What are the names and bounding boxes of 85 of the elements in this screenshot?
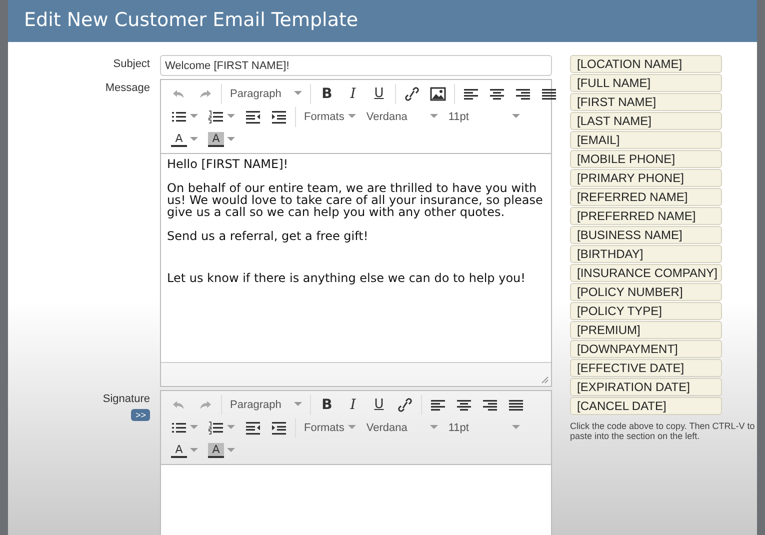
background-color-button[interactable]: A xyxy=(204,130,239,150)
bullet-list-icon xyxy=(171,420,187,434)
bullet-list-icon xyxy=(171,110,187,124)
align-right-icon xyxy=(482,398,498,412)
resize-grip-icon[interactable] xyxy=(541,376,549,384)
merge-code-button[interactable]: [EFFECTIVE DATE] xyxy=(570,359,722,377)
signature-editor[interactable]: Paragraph B I U Formats Verdana 11pt A A xyxy=(160,390,552,535)
italic-button[interactable]: I xyxy=(341,394,365,414)
message-text: On behalf of our entire team, we are thrilled to have you with us! We would love to take care of all your insurance, so please give us a call so we can help you with any other quotes. xyxy=(167,182,544,218)
merge-code-button[interactable]: [LOCATION NAME] xyxy=(570,55,722,73)
outdent-icon xyxy=(245,110,261,124)
dropdown[interactable]: Verdana xyxy=(362,106,442,126)
merge-code-button[interactable]: [POLICY TYPE] xyxy=(570,302,722,320)
field-label: Subject xyxy=(113,57,150,72)
hint-text: Click the code above to copy. Then CTRL-V to paste into the section on the left. xyxy=(570,421,756,441)
italic-button[interactable]: I xyxy=(341,84,365,104)
align-left-icon xyxy=(463,86,479,100)
justify-icon xyxy=(508,398,524,412)
message-text: Send us a referral, get a free gift! xyxy=(167,230,370,242)
merge-code-button[interactable]: [PRIMARY PHONE] xyxy=(570,169,722,187)
underline-button[interactable]: U xyxy=(367,84,391,104)
numbered-list-icon xyxy=(208,420,224,434)
merge-code-button[interactable]: [CANCEL DATE] xyxy=(570,397,722,415)
align-center-icon xyxy=(456,398,472,412)
field-label: Signature xyxy=(102,392,150,405)
indent-icon xyxy=(271,420,287,434)
dropdown[interactable]: 11pt xyxy=(444,418,524,438)
caret-icon xyxy=(190,137,198,142)
merge-code-button[interactable]: [EMAIL] xyxy=(570,131,722,149)
merge-code-button[interactable]: [LAST NAME] xyxy=(570,112,722,130)
merge-code-button[interactable]: [REFERRED NAME] xyxy=(570,188,722,206)
merge-code-button[interactable]: [PREMIUM] xyxy=(570,321,722,339)
merge-code-button[interactable]: [FULL NAME] xyxy=(570,74,722,92)
indent-icon xyxy=(271,110,287,124)
justify-icon xyxy=(541,86,557,100)
message-text: Hello [FIRST NAME]! xyxy=(167,158,290,170)
caret-icon xyxy=(190,114,198,119)
caret-icon xyxy=(294,402,302,407)
align-left-icon xyxy=(430,398,446,412)
caret-icon xyxy=(512,425,520,430)
image-icon xyxy=(430,86,446,100)
formats-menu[interactable]: Formats xyxy=(300,418,360,438)
caret-icon xyxy=(190,425,198,430)
caret-icon xyxy=(512,114,520,119)
caret-icon xyxy=(294,91,302,96)
caret-icon xyxy=(227,114,235,119)
link-icon xyxy=(404,86,420,100)
dropdown[interactable]: 11pt xyxy=(444,106,524,126)
caret-icon xyxy=(430,114,438,119)
merge-code-button[interactable]: [INSURANCE COMPANY] xyxy=(570,264,722,282)
message-text: Let us know if there is anything else we can do to help you! xyxy=(167,272,526,284)
field-label: Message xyxy=(105,81,150,96)
numbered-list-icon xyxy=(208,110,224,124)
caret-icon xyxy=(227,425,235,430)
background-color-button[interactable]: A xyxy=(204,440,239,460)
expand-button[interactable]: >> xyxy=(131,409,150,421)
bold-button[interactable]: B xyxy=(315,84,339,104)
dropdown[interactable]: Paragraph xyxy=(226,394,306,414)
subject-field[interactable]: Welcome [FIRST NAME]! xyxy=(160,55,552,76)
merge-code-button[interactable]: [BUSINESS NAME] xyxy=(570,226,722,244)
align-right-icon xyxy=(515,86,531,100)
merge-code-button[interactable]: [PREFERRED NAME] xyxy=(570,207,722,225)
dropdown[interactable]: Verdana xyxy=(362,418,442,438)
caret-icon xyxy=(348,425,356,430)
merge-code-button[interactable]: [FIRST NAME] xyxy=(570,93,722,111)
bold-button[interactable]: B xyxy=(315,394,339,414)
align-center-icon xyxy=(489,86,505,100)
caret-icon xyxy=(348,114,356,119)
merge-code-button[interactable]: [DOWNPAYMENT] xyxy=(570,340,722,358)
dialog-title: Edit New Customer Email Template xyxy=(8,0,757,42)
caret-icon xyxy=(227,448,235,453)
underline-button[interactable]: U xyxy=(367,394,391,414)
dropdown[interactable]: Paragraph xyxy=(226,84,306,104)
caret-icon xyxy=(190,448,198,453)
merge-code-button[interactable]: [POLICY NUMBER] xyxy=(570,283,722,301)
caret-icon xyxy=(430,425,438,430)
merge-code-button[interactable]: [BIRTHDAY] xyxy=(570,245,722,263)
outdent-icon xyxy=(245,420,261,434)
text-color-button[interactable]: A xyxy=(167,440,202,460)
link-icon xyxy=(397,398,413,412)
formats-menu[interactable]: Formats xyxy=(300,106,360,126)
caret-icon xyxy=(227,137,235,142)
merge-code-button[interactable]: [MOBILE PHONE] xyxy=(570,150,722,168)
merge-code-button[interactable]: [EXPIRATION DATE] xyxy=(570,378,722,396)
text-color-button[interactable]: A xyxy=(167,130,202,150)
